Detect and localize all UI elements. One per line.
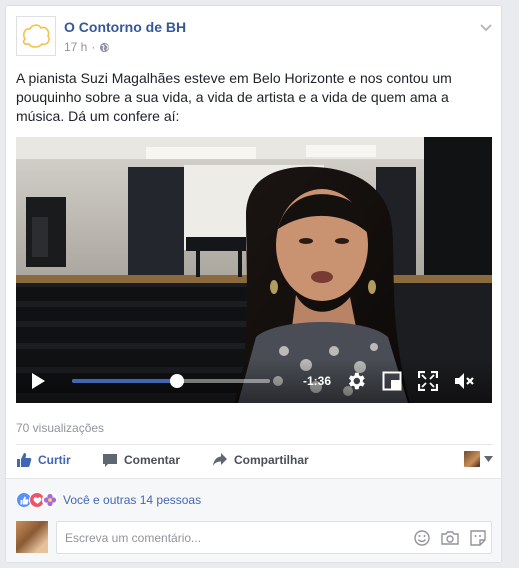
post-timestamp[interactable]: 17 h [64, 40, 87, 54]
sticker-icon[interactable] [469, 529, 487, 547]
actor-avatar [464, 451, 480, 467]
share-arrow-icon [213, 453, 227, 466]
like-button[interactable]: Curtir [16, 452, 71, 468]
post-header: O Contorno de BH 17 h · [16, 16, 493, 58]
play-icon [32, 373, 45, 389]
post-footer: Você e outras 14 pessoas Escreva um come… [6, 478, 501, 562]
action-bar: Curtir Comentar Compartilhar [16, 448, 493, 476]
picture-in-picture-icon [382, 371, 402, 391]
emoji-icon[interactable] [413, 529, 431, 547]
speaker-muted-icon [455, 373, 474, 389]
video-player[interactable]: -1:36 [16, 137, 492, 403]
comment-icon [103, 454, 117, 467]
share-label: Compartilhar [234, 453, 309, 467]
camera-icon[interactable] [441, 529, 459, 547]
chevron-down-icon[interactable] [479, 20, 493, 34]
thumbs-up-icon [17, 453, 32, 467]
flower-reaction-icon [42, 492, 58, 508]
caret-down-icon [484, 456, 493, 462]
globe-icon[interactable] [99, 42, 110, 53]
post-card: O Contorno de BH 17 h · A pianista Suzi … [5, 5, 502, 563]
progress-handle[interactable] [169, 374, 184, 388]
page-name-link[interactable]: O Contorno de BH [64, 19, 186, 35]
picture-in-picture-button[interactable] [382, 371, 402, 391]
mute-button[interactable] [454, 371, 476, 391]
divider [16, 444, 493, 445]
settings-button[interactable] [345, 370, 367, 392]
page-avatar[interactable] [16, 16, 56, 56]
video-controls: -1:36 [16, 359, 492, 403]
meta-separator: · [91, 40, 96, 54]
actor-selector[interactable] [464, 451, 493, 467]
reaction-summary-text: Você e outras 14 pessoas [63, 493, 202, 507]
comment-tools [413, 529, 487, 547]
comment-input[interactable]: Escreva um comentário... [56, 521, 492, 554]
comment-button[interactable]: Comentar [102, 452, 180, 468]
post-meta: 17 h · [64, 40, 110, 54]
avatar[interactable] [16, 521, 48, 553]
gear-icon [348, 372, 365, 390]
play-button[interactable] [28, 371, 48, 391]
share-button[interactable]: Compartilhar [212, 452, 309, 468]
post-text: A pianista Suzi Magalhães esteve em Belo… [16, 70, 452, 124]
reaction-summary[interactable]: Você e outras 14 pessoas [16, 492, 201, 508]
comment-label: Comentar [124, 453, 181, 467]
comment-placeholder: Escreva um comentário... [65, 531, 202, 545]
progress-fill [72, 379, 177, 383]
fullscreen-button[interactable] [418, 371, 438, 391]
fullscreen-icon [418, 371, 438, 391]
like-label: Curtir [38, 453, 71, 467]
remaining-time: -1:36 [303, 374, 332, 388]
view-count[interactable]: 70 visualizações [16, 421, 104, 435]
page-logo-icon [22, 24, 50, 48]
progress-bar[interactable] [72, 374, 270, 388]
